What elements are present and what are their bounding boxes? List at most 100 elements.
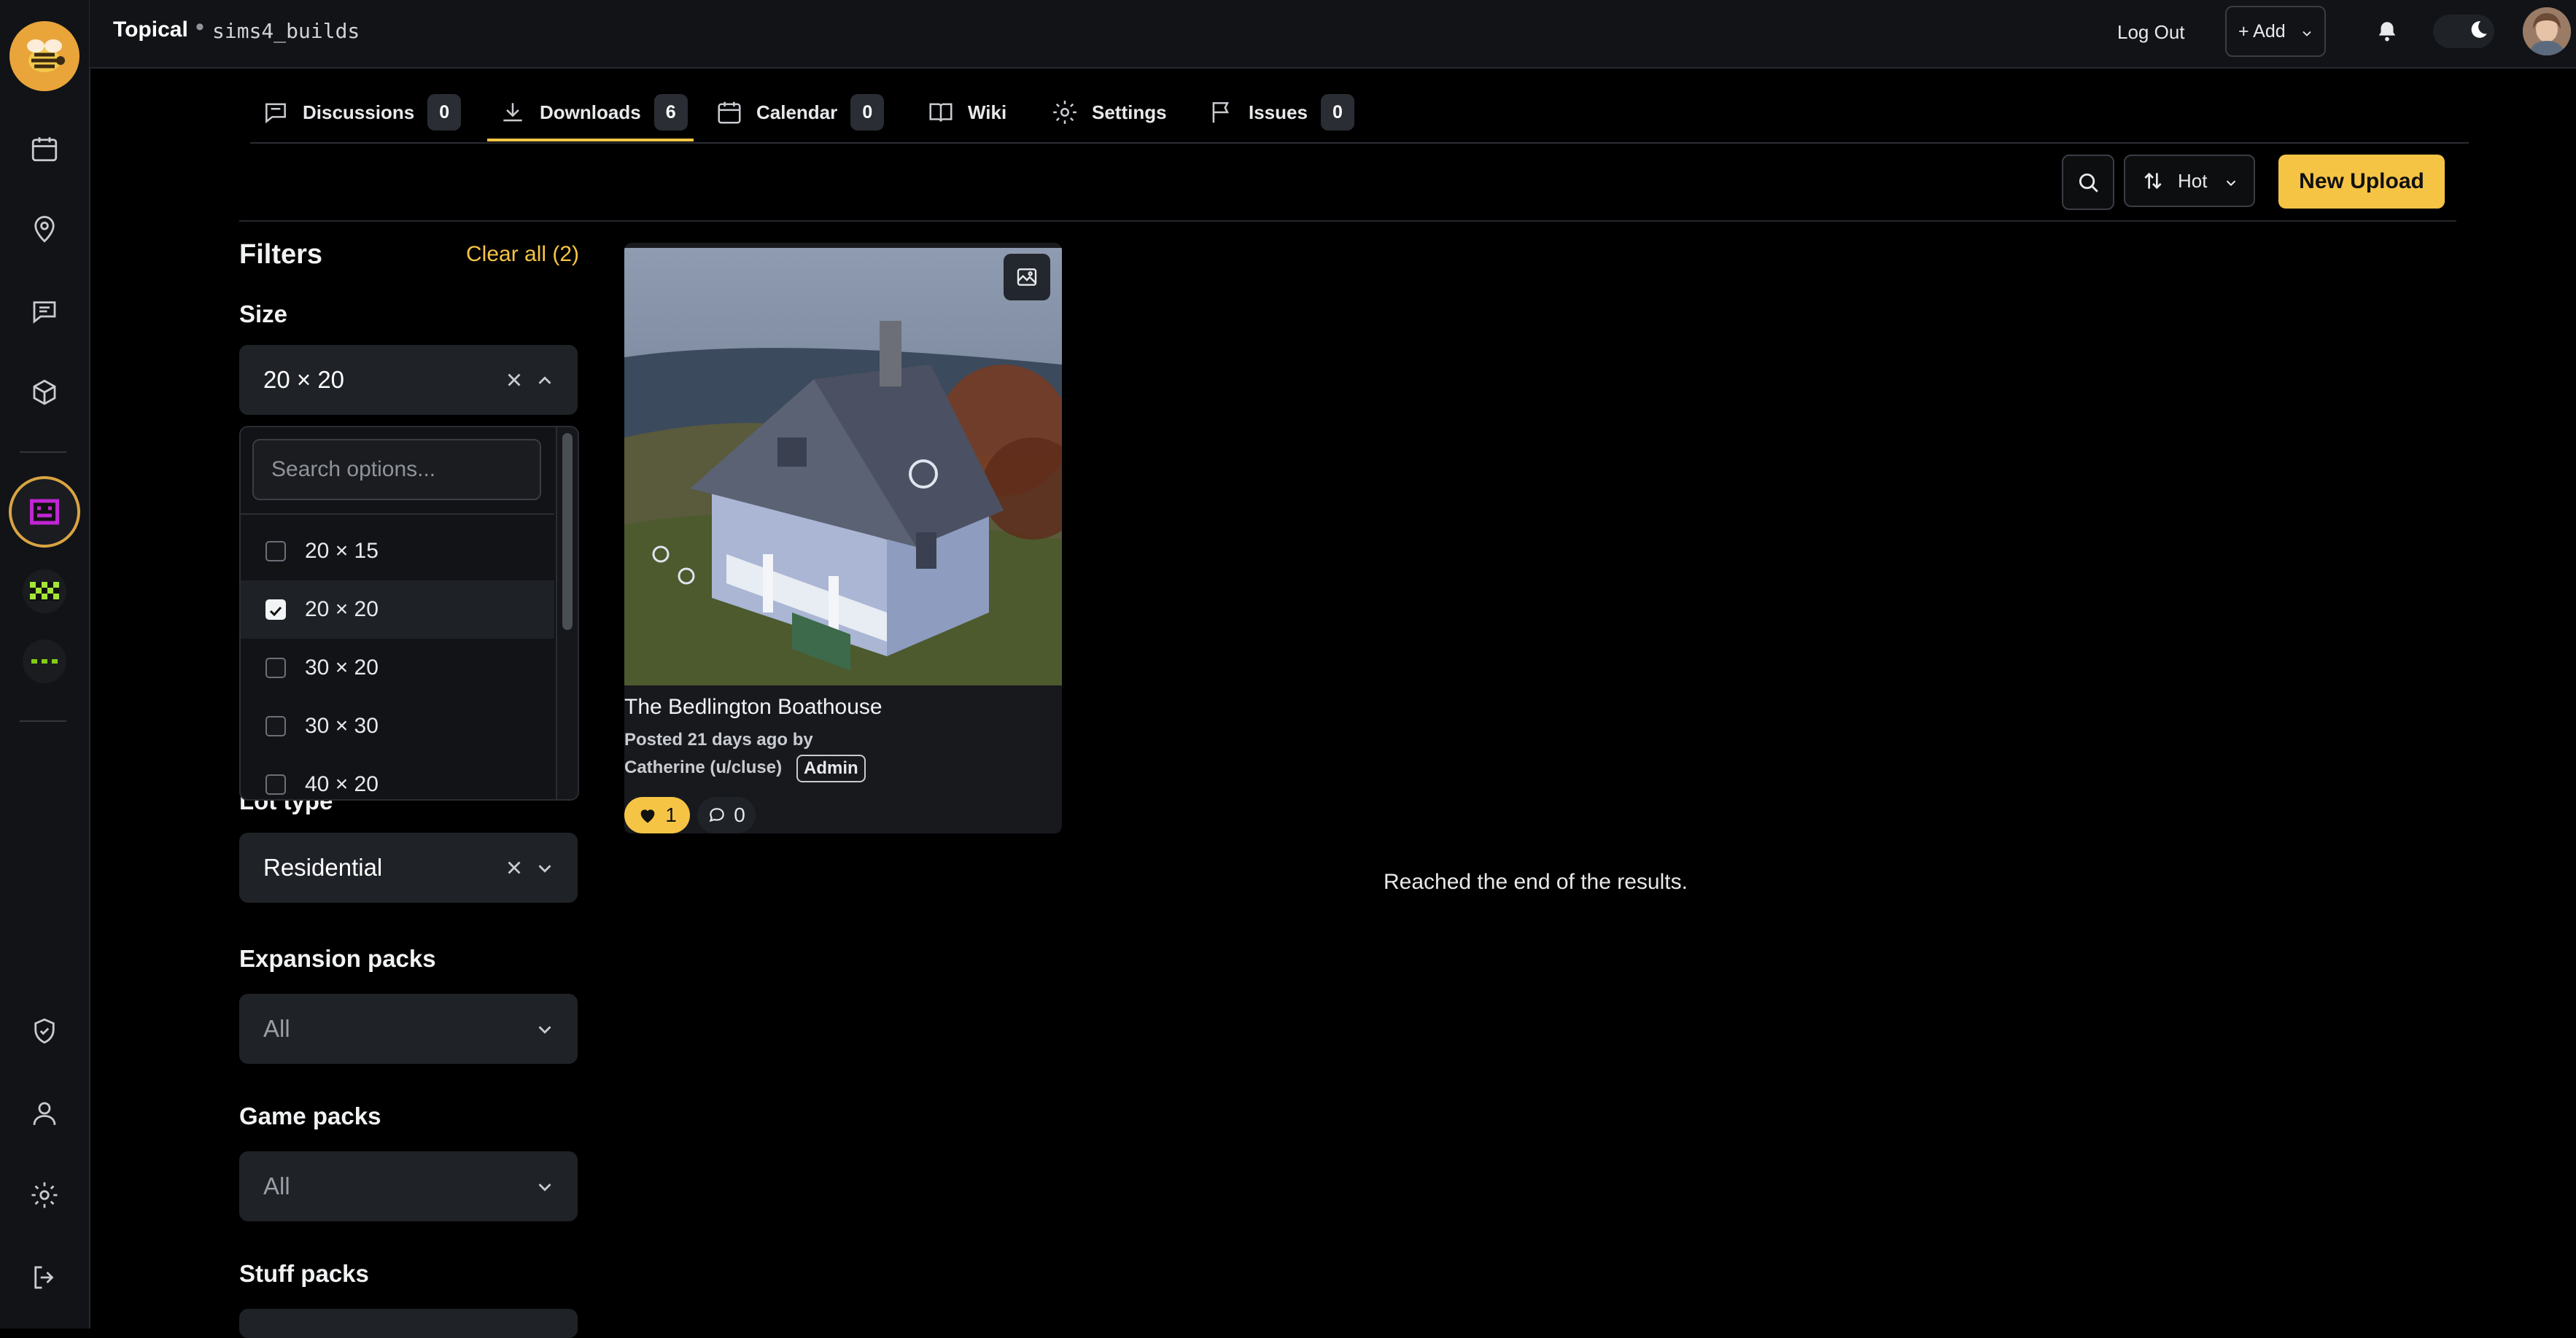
author-name[interactable]: Catherine xyxy=(624,758,705,777)
chevron-down-icon[interactable] xyxy=(534,857,556,879)
clear-selection-icon[interactable] xyxy=(503,857,525,879)
bell-icon[interactable] xyxy=(2375,19,2400,44)
download-thumbnail[interactable] xyxy=(624,248,1062,685)
lot-type-filter-value: Residential xyxy=(263,854,383,881)
chat-icon xyxy=(262,98,290,126)
size-options-dropdown: 20 × 15 20 × 20 30 × 20 30 × 30 40 × 20 xyxy=(239,426,579,801)
gear-icon[interactable] xyxy=(29,1180,60,1210)
tab-settings[interactable]: Settings xyxy=(1051,84,1167,141)
size-option[interactable]: 40 × 20 xyxy=(241,755,554,799)
logout-link[interactable]: Log Out xyxy=(2117,21,2185,44)
shield-icon[interactable] xyxy=(29,1016,60,1046)
download-icon xyxy=(499,98,527,126)
expansion-packs-filter-label: Expansion packs xyxy=(239,945,436,972)
option-checkbox[interactable] xyxy=(265,658,286,678)
moon-icon xyxy=(2465,18,2490,43)
flag-icon xyxy=(1208,98,1235,126)
dropdown-divider xyxy=(241,513,554,515)
gear-icon xyxy=(1051,98,1079,126)
cube-icon[interactable] xyxy=(29,377,60,408)
size-option[interactable]: 20 × 15 xyxy=(241,522,554,580)
end-of-results-message: Reached the end of the results. xyxy=(1384,870,1688,894)
chevron-down-icon xyxy=(534,1019,556,1041)
chevron-up-icon[interactable] xyxy=(534,370,556,392)
sort-icon xyxy=(2141,169,2165,192)
download-title[interactable]: The Bedlington Boathouse xyxy=(624,695,882,720)
toolbar-divider xyxy=(239,220,2456,222)
rail-divider xyxy=(20,720,66,722)
tab-calendar[interactable]: Calendar 0 xyxy=(715,84,885,141)
tab-discussions[interactable]: Discussions 0 xyxy=(262,84,462,141)
forum-name-link[interactable]: sims4_builds xyxy=(212,19,360,43)
search-button[interactable] xyxy=(2062,155,2114,210)
post-meta: Posted 21 days ago by xyxy=(624,730,813,750)
active-tab-indicator xyxy=(487,139,694,141)
option-label: 40 × 20 xyxy=(305,772,379,796)
forum-avatar-green[interactable] xyxy=(23,569,66,613)
chevron-down-icon xyxy=(2300,26,2314,41)
size-filter-label: Size xyxy=(239,300,288,327)
new-upload-button[interactable]: New Upload xyxy=(2278,155,2445,209)
breadcrumb-separator: • xyxy=(195,13,204,41)
clear-all-filters-link[interactable]: Clear all (2) xyxy=(466,242,579,267)
tab-wiki[interactable]: Wiki xyxy=(927,84,1006,141)
option-checkbox[interactable] xyxy=(265,716,286,736)
option-label: 20 × 15 xyxy=(305,539,379,563)
option-checkbox[interactable] xyxy=(265,774,286,795)
forum-tabs: Discussions 0 Downloads 6 Calendar 0 Wik… xyxy=(250,84,2469,144)
author-line[interactable]: Catherine (u/cluse) xyxy=(624,758,782,778)
tab-downloads[interactable]: Downloads 6 xyxy=(499,84,688,141)
gallery-button[interactable] xyxy=(1004,254,1050,300)
game-packs-filter-select[interactable]: All xyxy=(239,1151,578,1221)
user-icon[interactable] xyxy=(29,1098,60,1129)
tab-discussions-count: 0 xyxy=(427,94,462,131)
option-checkbox[interactable] xyxy=(265,541,286,561)
clear-selection-icon[interactable] xyxy=(503,369,525,391)
user-avatar[interactable] xyxy=(2523,7,2571,55)
tab-downloads-label: Downloads xyxy=(540,101,641,123)
add-menu-button[interactable]: + Add xyxy=(2225,6,2326,57)
comments-button[interactable]: 0 xyxy=(697,797,756,833)
tab-calendar-count: 0 xyxy=(850,94,885,131)
like-button[interactable]: 1 xyxy=(624,797,690,833)
option-checkbox[interactable] xyxy=(265,599,286,620)
sort-select[interactable]: Hot xyxy=(2124,155,2255,207)
chat-icon[interactable] xyxy=(29,296,60,327)
expansion-packs-filter-value: All xyxy=(263,1015,290,1042)
book-icon xyxy=(927,98,955,126)
tab-downloads-count: 6 xyxy=(653,94,688,131)
tab-settings-label: Settings xyxy=(1092,101,1167,123)
tab-issues-count: 0 xyxy=(1320,94,1354,131)
heart-icon xyxy=(637,805,658,825)
calendar-icon xyxy=(715,98,743,126)
lot-type-filter-select[interactable]: Residential xyxy=(239,833,578,903)
theme-toggle[interactable] xyxy=(2433,15,2494,48)
size-option[interactable]: 30 × 30 xyxy=(241,697,554,755)
dropdown-scrollbar-thumb[interactable] xyxy=(562,433,573,630)
size-filter-value: 20 × 20 xyxy=(263,366,345,393)
stuff-packs-filter-select[interactable] xyxy=(239,1309,578,1338)
size-filter-select[interactable]: 20 × 20 xyxy=(239,345,578,415)
calendar-icon[interactable] xyxy=(29,133,60,164)
more-dots-icon[interactable] xyxy=(23,639,66,683)
location-icon[interactable] xyxy=(29,214,60,245)
size-options-search-input[interactable] xyxy=(252,439,541,500)
tab-calendar-label: Calendar xyxy=(756,101,838,123)
expansion-packs-filter-select[interactable]: All xyxy=(239,994,578,1064)
app-logo[interactable] xyxy=(9,21,79,91)
download-card[interactable]: The Bedlington Boathouse Posted 21 days … xyxy=(624,243,1062,833)
top-bar: Topical • sims4_builds Log Out + Add xyxy=(90,0,2576,69)
forum-avatar-purple[interactable] xyxy=(9,476,80,548)
chevron-down-icon xyxy=(534,1176,556,1198)
author-username[interactable]: (u/cluse) xyxy=(710,758,782,777)
option-label: 20 × 20 xyxy=(305,597,379,621)
dropdown-scrollbar[interactable] xyxy=(556,427,578,799)
logout-icon[interactable] xyxy=(29,1262,60,1293)
brand-link[interactable]: Topical xyxy=(113,17,188,42)
size-option[interactable]: 20 × 20 xyxy=(241,580,554,639)
tab-issues[interactable]: Issues 0 xyxy=(1208,84,1354,141)
like-count: 1 xyxy=(665,804,677,826)
game-packs-filter-value: All xyxy=(263,1172,290,1199)
size-option[interactable]: 30 × 20 xyxy=(241,639,554,697)
tab-discussions-label: Discussions xyxy=(303,101,415,123)
